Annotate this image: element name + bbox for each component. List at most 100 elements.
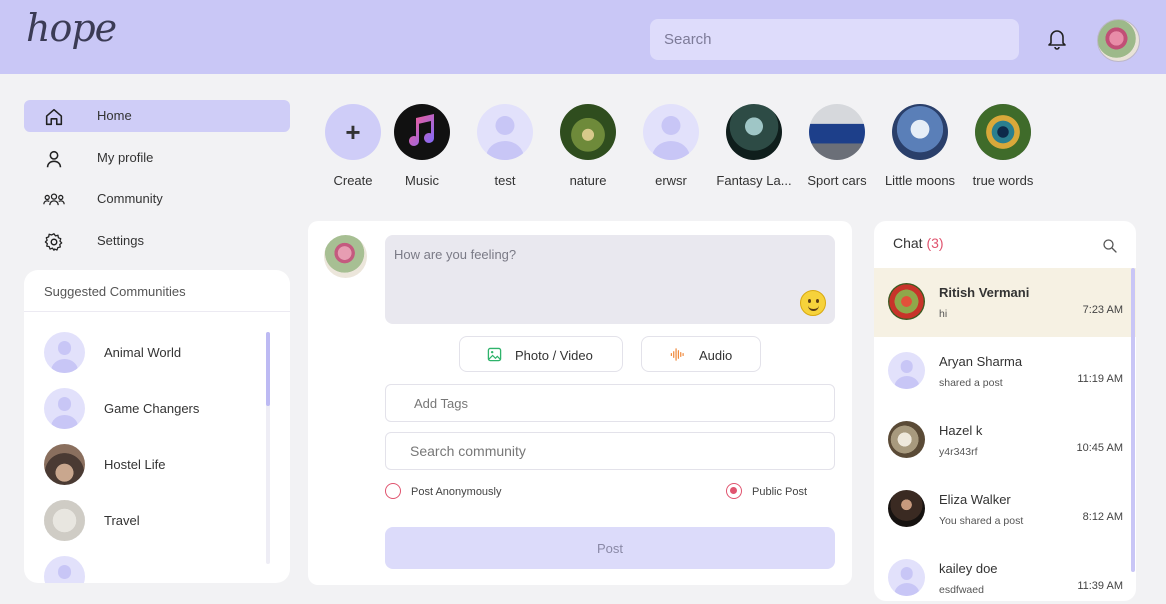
search-input[interactable] xyxy=(650,19,1019,60)
chat-message: esdfwaed xyxy=(939,584,984,596)
sidebar-item-community[interactable]: Community xyxy=(24,183,290,215)
avatar xyxy=(888,283,925,320)
chat-name: Ritish Vermani xyxy=(939,285,1030,300)
audio-button[interactable]: Audio xyxy=(641,336,761,372)
chat-panel: Chat (3) Ritish Vermani hi 7:23 AM Aryan… xyxy=(874,221,1136,601)
top-header: hope xyxy=(0,0,1166,74)
sidebar-item-my-profile[interactable]: My profile xyxy=(24,142,290,174)
story-label: erwsr xyxy=(655,173,687,188)
post-button[interactable]: Post xyxy=(385,527,835,569)
public-post-label: Public Post xyxy=(752,486,808,498)
story-image xyxy=(726,104,782,160)
chat-item[interactable]: Hazel k y4r343rf 10:45 AM xyxy=(874,406,1136,475)
community-item-game-changers[interactable]: Game Changers xyxy=(24,380,290,436)
story-image xyxy=(892,104,948,160)
placeholder-avatar-icon xyxy=(44,332,85,373)
avatar xyxy=(888,490,925,527)
community-item-hostel-life[interactable]: Hostel Life xyxy=(24,436,290,492)
music-note-icon xyxy=(409,114,434,146)
photo-video-button[interactable]: Photo / Video xyxy=(459,336,623,372)
community-name: Hostel Life xyxy=(104,457,166,472)
gear-icon xyxy=(44,232,63,251)
story-music[interactable]: Music xyxy=(381,104,463,194)
placeholder-avatar-icon xyxy=(44,556,85,583)
chat-message: You shared a post xyxy=(939,515,1024,527)
placeholder-avatar-icon xyxy=(44,388,85,429)
community-item-animal-world[interactable]: Animal World xyxy=(24,324,290,380)
avatar xyxy=(324,235,367,278)
user-icon xyxy=(46,150,62,167)
placeholder-avatar-icon xyxy=(888,559,925,596)
chat-time: 7:23 AM xyxy=(1082,304,1123,316)
user-avatar[interactable] xyxy=(1097,19,1140,62)
post-text-input[interactable] xyxy=(385,235,835,324)
image-icon xyxy=(487,347,502,362)
chat-time: 11:39 AM xyxy=(1077,580,1123,592)
sidebar-item-label: My profile xyxy=(97,149,154,165)
add-tags-input[interactable] xyxy=(385,384,835,422)
panel-title: Suggested Communities xyxy=(44,284,186,299)
community-name: Travel xyxy=(104,513,140,528)
sidebar-item-settings[interactable]: Settings xyxy=(24,225,290,257)
emoji-icon[interactable] xyxy=(800,290,826,316)
story-fantasy[interactable]: Fantasy La... xyxy=(713,104,795,194)
community-avatar xyxy=(44,444,85,485)
community-list: Animal World Game Changers Hostel Life T… xyxy=(24,324,290,583)
chat-name: Eliza Walker xyxy=(939,492,1011,507)
chat-time: 10:45 AM xyxy=(1076,442,1123,454)
sidebar-item-label: Community xyxy=(97,191,163,206)
sidebar-item-home[interactable]: Home xyxy=(24,100,290,132)
chat-title-text: Chat xyxy=(893,235,923,251)
audio-label: Audio xyxy=(699,348,733,363)
placeholder-avatar-icon xyxy=(888,352,925,389)
story-label: Music xyxy=(405,173,439,188)
post-composer: Photo / Video Audio Post Anonymously Pub… xyxy=(308,221,852,585)
scrollbar-thumb[interactable] xyxy=(1131,268,1135,572)
story-label: true words xyxy=(972,173,1034,188)
story-sport-cars[interactable]: Sport cars xyxy=(796,104,878,194)
chat-item[interactable]: Aryan Sharma shared a post 11:19 AM xyxy=(874,337,1136,406)
stories-row: + Create Music test nature erwsr Fantasy… xyxy=(312,104,1052,194)
plus-icon: + xyxy=(325,104,381,160)
chat-item[interactable]: Ritish Vermani hi 7:23 AM xyxy=(874,268,1136,337)
chat-unread-count: (3) xyxy=(926,235,944,251)
community-name: Game Changers xyxy=(104,401,200,416)
suggested-communities-panel: Suggested Communities Animal World Game … xyxy=(24,270,290,583)
post-anonymously-radio[interactable] xyxy=(385,483,401,499)
story-little-moons[interactable]: Little moons xyxy=(879,104,961,194)
search-community-input[interactable] xyxy=(385,432,835,470)
scrollbar-thumb[interactable] xyxy=(266,332,270,406)
story-test[interactable]: test xyxy=(464,104,546,194)
story-nature[interactable]: nature xyxy=(547,104,629,194)
chat-list: Ritish Vermani hi 7:23 AM Aryan Sharma s… xyxy=(874,268,1136,601)
avatar xyxy=(888,421,925,458)
sidebar-item-label: Settings xyxy=(97,232,144,248)
app-logo[interactable]: hope xyxy=(26,6,117,50)
community-name: Animal World xyxy=(104,345,182,360)
story-label: Little moons xyxy=(884,173,956,188)
post-anonymously-label: Post Anonymously xyxy=(411,486,502,498)
community-item-travel[interactable]: Travel xyxy=(24,492,290,548)
community-icon xyxy=(43,193,65,206)
story-erwsr[interactable]: erwsr xyxy=(630,104,712,194)
search-icon[interactable] xyxy=(1102,238,1118,254)
story-label: Fantasy La... xyxy=(716,173,792,188)
story-label: Sport cars xyxy=(807,173,867,188)
story-label: nature xyxy=(569,173,607,188)
chat-item[interactable]: Eliza Walker You shared a post 8:12 AM xyxy=(874,475,1136,544)
story-true-words[interactable]: true words xyxy=(962,104,1044,194)
story-image xyxy=(560,104,616,160)
public-post-radio[interactable] xyxy=(726,483,742,499)
bell-icon[interactable] xyxy=(1045,26,1069,50)
music-icon xyxy=(394,104,450,160)
home-icon xyxy=(45,108,63,126)
chat-item[interactable]: kailey doe esdfwaed 11:39 AM xyxy=(874,544,1136,601)
chat-title: Chat (3) xyxy=(893,235,944,251)
chat-name: kailey doe xyxy=(939,561,998,576)
community-item-partial[interactable] xyxy=(24,548,290,583)
photo-video-label: Photo / Video xyxy=(515,348,593,363)
chat-message: shared a post xyxy=(939,377,1003,389)
divider xyxy=(24,311,290,312)
chat-time: 11:19 AM xyxy=(1077,373,1123,385)
placeholder-avatar-icon xyxy=(643,104,699,160)
